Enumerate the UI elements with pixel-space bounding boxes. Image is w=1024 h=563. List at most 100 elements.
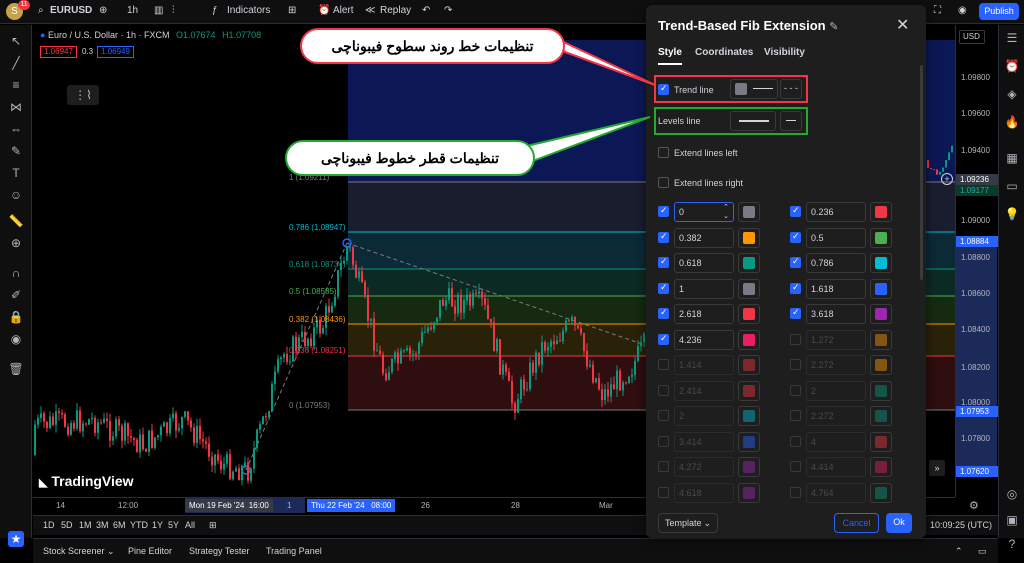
level-checkbox-right[interactable] xyxy=(790,359,801,370)
tab-coordinates[interactable]: Coordinates xyxy=(695,47,753,58)
level-checkbox-right[interactable] xyxy=(790,435,801,447)
help-icon[interactable]: ? xyxy=(1003,535,1021,553)
level-checkbox-left[interactable] xyxy=(658,307,669,319)
ok-button[interactable]: Ok xyxy=(886,513,912,533)
layers-icon[interactable]: ◈ xyxy=(1003,85,1021,103)
level-checkbox-left[interactable] xyxy=(658,359,669,370)
sell-button[interactable]: 1.06947 xyxy=(40,46,77,58)
buy-button[interactable]: 1.06949 xyxy=(97,46,134,58)
stepper-icon[interactable]: ⌃ ⌄ xyxy=(723,203,729,221)
symbol-search[interactable]: EURUSD xyxy=(50,5,92,16)
target-icon[interactable]: ◎ xyxy=(1003,485,1021,503)
range-1m[interactable]: 1M xyxy=(79,520,92,530)
level-color-swatch[interactable] xyxy=(738,278,760,299)
trend-line-style-button[interactable] xyxy=(730,79,778,99)
level-color-swatch[interactable] xyxy=(870,457,892,477)
add-alert-icon[interactable]: + xyxy=(941,173,953,185)
dialog-scrollbar[interactable] xyxy=(920,65,923,280)
range-3m[interactable]: 3M xyxy=(96,520,109,530)
fib-tool-icon[interactable]: ≡ xyxy=(8,77,24,93)
level-value-input[interactable]: 2.414 xyxy=(674,380,734,401)
legend-title[interactable]: Euro / U.S. Dollar · 1h · FXCM xyxy=(48,30,170,40)
maximize-icon[interactable]: ▭ xyxy=(978,546,987,557)
search-icon[interactable]: ⌕ xyxy=(38,5,44,16)
magnet-icon[interactable]: ∩ xyxy=(8,265,24,281)
eye-icon[interactable]: ◉ xyxy=(8,331,24,347)
emoji-icon[interactable]: ☺ xyxy=(8,187,24,203)
hotlist-icon[interactable]: 🔥 xyxy=(1003,113,1021,131)
fullscreen-icon[interactable]: ⛶ xyxy=(934,5,941,16)
tab-style[interactable]: Style xyxy=(658,47,682,58)
scroll-right-icon[interactable]: » xyxy=(929,460,945,476)
utc-clock[interactable]: 10:09:25 (UTC) xyxy=(930,520,992,530)
ruler-icon[interactable]: 📏 xyxy=(8,213,24,229)
level-checkbox-left[interactable] xyxy=(658,435,669,447)
bar-style-icon[interactable]: ▥ xyxy=(154,5,163,16)
level-checkbox-right[interactable] xyxy=(790,333,801,345)
indicators-button[interactable]: Indicators xyxy=(227,5,270,16)
extend-right-checkbox[interactable] xyxy=(658,177,669,188)
replay-icon[interactable]: ≪ xyxy=(365,5,375,16)
levels-line-style-button[interactable] xyxy=(780,111,802,131)
alerts-icon[interactable]: ⏰ xyxy=(1003,57,1021,75)
level-color-swatch[interactable] xyxy=(870,482,892,503)
level-value-input[interactable]: 0.618 xyxy=(674,253,734,273)
collapse-icon[interactable]: ⌃ xyxy=(955,546,963,557)
ideas-icon[interactable]: 💡 xyxy=(1003,205,1021,223)
camera-icon[interactable]: ◉ xyxy=(958,5,967,16)
level-color-swatch[interactable] xyxy=(738,253,760,273)
indicators-icon[interactable]: ƒ xyxy=(212,5,218,16)
level-color-swatch[interactable] xyxy=(738,380,760,401)
alert-button[interactable]: Alert xyxy=(333,5,354,16)
range-1y[interactable]: 1Y xyxy=(152,520,163,530)
replay-button[interactable]: Replay xyxy=(380,5,411,16)
tab-trading-panel[interactable]: Trading Panel xyxy=(266,546,322,556)
tab-strategy-tester[interactable]: Strategy Tester xyxy=(189,546,249,556)
compare-icon[interactable]: ⫶ xyxy=(172,5,175,16)
level-color-swatch[interactable] xyxy=(870,380,892,401)
level-color-swatch[interactable] xyxy=(738,202,760,222)
range-5y[interactable]: 5Y xyxy=(168,520,179,530)
level-color-swatch[interactable] xyxy=(738,457,760,477)
level-color-swatch[interactable] xyxy=(738,482,760,503)
text-icon[interactable]: T xyxy=(8,165,24,181)
trash-icon[interactable]: 🗑 xyxy=(8,361,24,377)
trendline-icon[interactable]: ╱ xyxy=(8,55,24,71)
layouts-icon[interactable]: ⊞ xyxy=(288,5,296,16)
fib-floating-toolbar-icon[interactable]: ⋮⌇ xyxy=(67,85,99,105)
cursor-icon[interactable]: ↖ xyxy=(8,33,24,49)
template-button[interactable]: Template ⌄ xyxy=(658,513,718,533)
range-all[interactable]: All xyxy=(185,520,195,530)
pattern-icon[interactable]: ⋈ xyxy=(8,99,24,115)
bell-icon[interactable]: ▣ xyxy=(1003,511,1021,529)
calendar-icon[interactable]: ▦ xyxy=(1003,149,1021,167)
watchlist-icon[interactable]: ☰ xyxy=(1003,29,1021,47)
level-checkbox-right[interactable] xyxy=(790,231,801,243)
interval-button[interactable]: 1h xyxy=(127,5,138,16)
level-checkbox-left[interactable] xyxy=(658,384,669,396)
level-color-swatch[interactable] xyxy=(870,253,892,273)
stay-drawing-icon[interactable]: ✐ xyxy=(8,287,24,303)
level-value-input[interactable]: 2 xyxy=(806,380,866,401)
tab-pine-editor[interactable]: Pine Editor xyxy=(128,546,172,556)
tab-visibility[interactable]: Visibility xyxy=(764,47,805,58)
date-range-icon[interactable]: ⊞ xyxy=(209,520,217,531)
level-checkbox-left[interactable] xyxy=(658,461,669,472)
level-checkbox-right[interactable] xyxy=(790,282,801,294)
add-symbol-icon[interactable]: ⊕ xyxy=(99,5,107,16)
level-value-input[interactable]: 2 xyxy=(674,406,734,426)
level-value-input[interactable]: 0 ⌃ ⌄ xyxy=(674,202,734,222)
level-value-input[interactable]: 2.272 xyxy=(806,355,866,375)
extend-left-checkbox[interactable] xyxy=(658,147,669,158)
level-value-input[interactable]: 0.786 xyxy=(806,253,866,273)
trend-line-checkbox[interactable] xyxy=(658,83,669,95)
level-value-input[interactable]: 1.272 xyxy=(806,329,866,350)
level-color-swatch[interactable] xyxy=(738,227,760,248)
level-value-input[interactable]: 4.414 xyxy=(806,457,866,477)
levels-line-width-button[interactable] xyxy=(730,111,776,131)
level-value-input[interactable]: 3.618 xyxy=(806,304,866,324)
range-1d[interactable]: 1D xyxy=(43,520,55,530)
level-color-swatch[interactable] xyxy=(738,406,760,426)
range-ytd[interactable]: YTD xyxy=(130,520,148,530)
level-checkbox-left[interactable] xyxy=(658,282,669,294)
